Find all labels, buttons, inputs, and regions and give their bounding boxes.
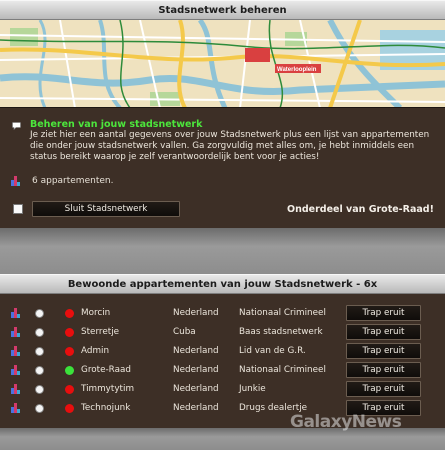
page-title: Stadsnetwerk beheren [158,4,287,16]
resident-role: Lid van de G.R. [239,346,306,356]
separator [0,228,445,274]
city-map: Waterlooplein [0,20,445,108]
part-of-text: Onderdeel van Grote-Raad! [287,204,434,215]
page-header: Stadsnetwerk beheren [0,0,445,20]
resident-country: Cuba [173,327,196,337]
close-network-label: Sluit Stadsnetwerk [64,204,148,214]
apartment-stats-icon[interactable] [11,308,21,318]
map-label: Waterlooplein [277,67,317,73]
table-row: Admin Nederland Lid van de G.R. Trap eruit [0,342,445,360]
select-radio[interactable] [35,328,44,337]
apartment-stats-icon[interactable] [11,346,21,356]
resident-role: Nationaal Crimineel [239,308,326,318]
status-dot [65,309,74,318]
table-row: Morcin Nederland Nationaal Crimineel Trap e… [0,304,445,322]
kick-out-label: Trap eruit [362,327,405,337]
table-row: Timmytytim Nederland Junkie Trap eruit [0,380,445,398]
apartment-stats-icon[interactable] [11,365,21,375]
resident-country: Nederland [173,384,219,394]
resident-role: Nationaal Crimineel [239,365,326,375]
select-radio[interactable] [35,309,44,318]
resident-role: Junkie [239,384,266,394]
select-radio[interactable] [35,385,44,394]
resident-country: Nederland [173,365,219,375]
kick-out-button[interactable]: Trap eruit [346,362,421,378]
intro-text: Je ziet hier een aantal gegevens over jo… [30,130,430,162]
kick-out-label: Trap eruit [362,308,405,318]
watermark: GalaxyNews [290,412,402,432]
resident-name[interactable]: Grote-Raad [81,365,131,375]
kick-out-button[interactable]: Trap eruit [346,381,421,397]
kick-out-label: Trap eruit [362,365,405,375]
resident-name[interactable]: Morcin [81,308,110,318]
apartments-header: Bewoonde appartementen van jouw Stadsnet… [0,274,445,294]
building-stats-icon [11,176,21,186]
apartment-stats-icon[interactable] [11,384,21,394]
table-row: Grote-Raad Nederland Nationaal Crimineel Tr… [0,361,445,379]
status-dot [65,366,74,375]
resident-name[interactable]: Timmytytim [81,384,134,394]
resident-name[interactable]: Technojunk [81,403,130,413]
status-dot [65,328,74,337]
select-radio[interactable] [35,366,44,375]
resident-country: Nederland [173,308,219,318]
select-radio[interactable] [35,404,44,413]
status-dot [65,385,74,394]
status-dot [65,404,74,413]
speech-bubble-icon [12,122,21,131]
close-network-button[interactable]: Sluit Stadsnetwerk [32,201,180,217]
apartment-count: 6 appartementen. [32,176,114,186]
intro-title: Beheren van jouw stadsnetwerk [30,119,203,130]
resident-country: Nederland [173,403,219,413]
apartments-title: Bewoonde appartementen van jouw Stadsnet… [67,278,378,290]
apartment-stats-icon[interactable] [11,327,21,337]
select-radio[interactable] [35,347,44,356]
confirm-checkbox[interactable] [13,204,23,214]
apartment-stats-icon[interactable] [11,403,21,413]
table-row: Sterretje Cuba Baas stadsnetwerk Trap eruit [0,323,445,341]
status-dot [65,347,74,356]
resident-name[interactable]: Admin [81,346,109,356]
map-image: Waterlooplein [0,20,445,107]
resident-country: Nederland [173,346,219,356]
resident-role: Baas stadsnetwerk [239,327,323,337]
resident-name[interactable]: Sterretje [81,327,119,337]
kick-out-button[interactable]: Trap eruit [346,324,421,340]
kick-out-label: Trap eruit [362,384,405,394]
kick-out-button[interactable]: Trap eruit [346,343,421,359]
kick-out-label: Trap eruit [362,346,405,356]
kick-out-button[interactable]: Trap eruit [346,305,421,321]
